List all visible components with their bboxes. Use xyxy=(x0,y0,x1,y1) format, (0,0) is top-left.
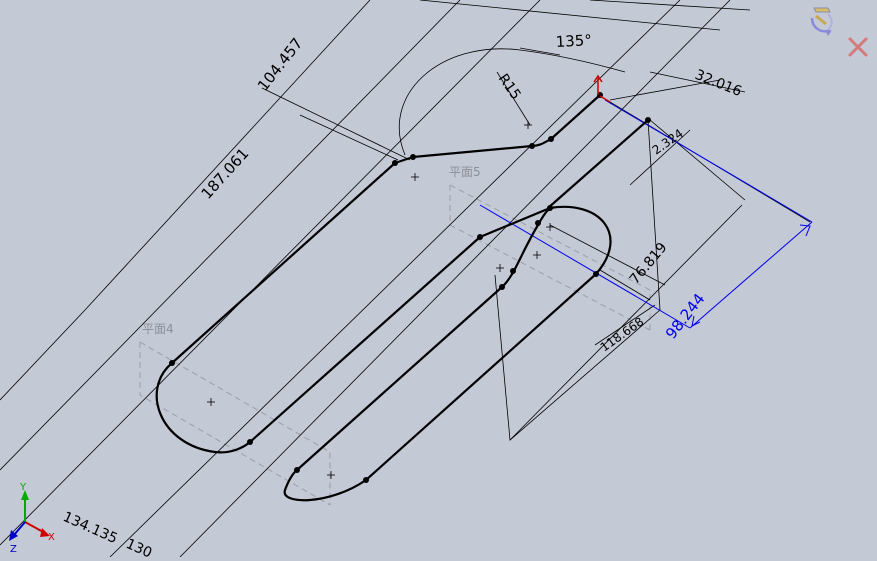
dimension-104-457[interactable]: 104.457 xyxy=(254,34,306,94)
dimension-98-244[interactable] xyxy=(479,99,813,329)
triad-z-label: Z xyxy=(10,544,17,555)
close-icon[interactable] xyxy=(848,37,868,57)
dimension-187-061[interactable]: 187.061 xyxy=(198,145,253,203)
dimension-135[interactable]: 135° xyxy=(555,31,592,51)
dimension-130[interactable]: 130 xyxy=(123,536,154,561)
dimension-2-324[interactable]: 2.324 xyxy=(650,126,686,157)
dimension-lines xyxy=(0,0,811,558)
sketch-canvas[interactable]: 平面4 平面5 104.457 135° R15 32.016 187.061 … xyxy=(0,0,877,561)
plane-5-label[interactable]: 平面5 xyxy=(449,165,481,179)
graphics-viewport[interactable]: 平面4 平面5 104.457 135° R15 32.016 187.061 … xyxy=(0,0,877,561)
rebuild-confirm-icon[interactable] xyxy=(808,4,834,38)
triad-y-label: Y xyxy=(19,482,27,493)
view-triad: Y X Z xyxy=(9,482,55,555)
dimension-118-668[interactable]: 118.668 xyxy=(598,315,647,355)
plane-4-label[interactable]: 平面4 xyxy=(142,322,174,336)
triad-x-label: X xyxy=(48,532,55,543)
dimension-76-819[interactable]: 76.819 xyxy=(627,240,671,288)
dimension-32-016[interactable]: 32.016 xyxy=(693,67,744,100)
dimension-134-135[interactable]: 134.135 xyxy=(60,509,119,547)
